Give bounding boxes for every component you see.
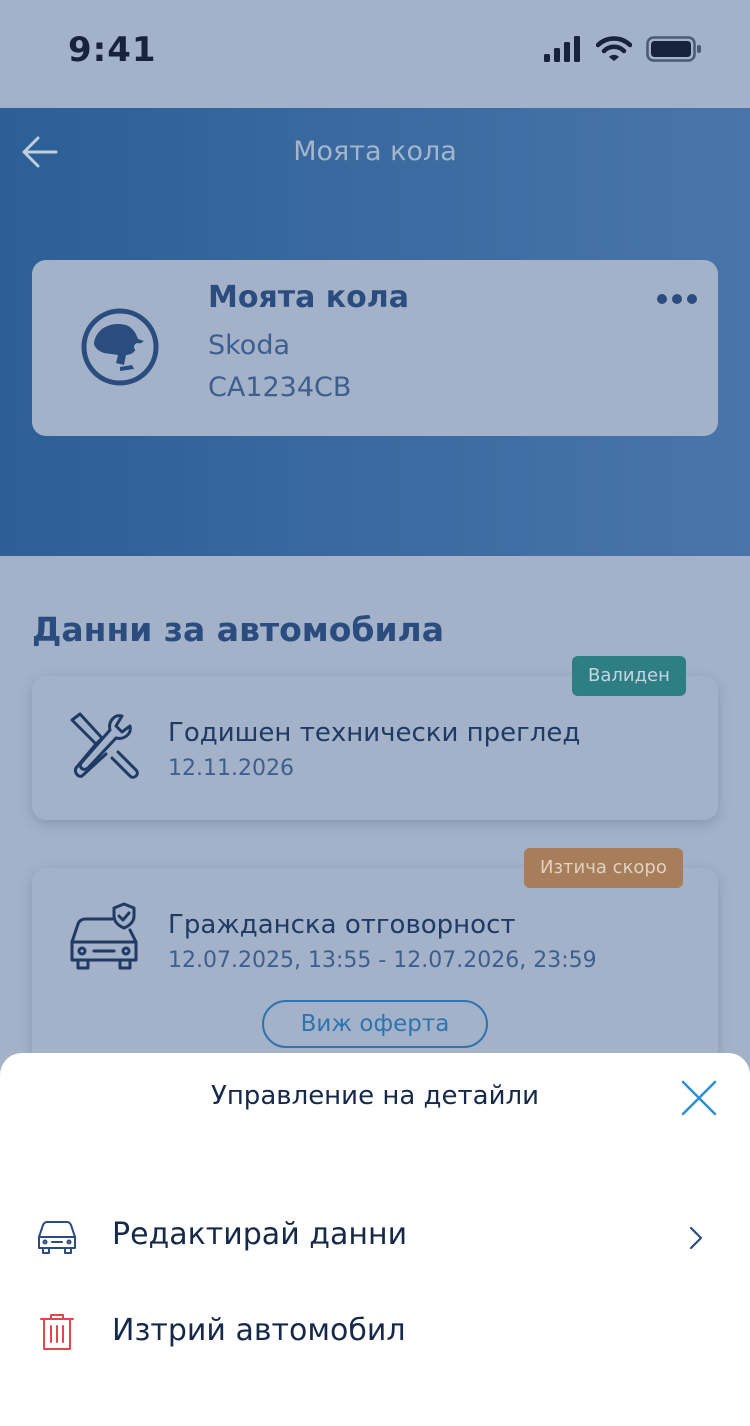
close-icon[interactable] [680,1079,718,1117]
section-title: Данни за автомобила [32,610,445,649]
car-plate: CA1234CB [208,372,352,403]
car-icon [38,1221,76,1254]
card-title: Гражданска отговорност [168,910,516,940]
wifi-icon [596,36,632,61]
edit-data-label: Редактирай данни [112,1217,408,1252]
signal-icon [544,36,580,62]
chevron-right-icon [689,1226,703,1250]
card-period: 12.07.2025, 13:55 - 12.07.2026, 23:59 [168,948,597,973]
card-title: Годишен технически преглед [168,718,581,748]
status-badge-expiring: Изтича скоро [524,848,683,888]
status-bar: 9:41 [0,0,750,108]
sheet-title: Управление на детайли [210,1081,540,1111]
car-card[interactable]: Моята кола Skoda CA1234CB [32,260,718,436]
header: Моята кола Моята кола Skoda CA1234CB [0,108,750,556]
skoda-logo-icon [81,308,159,386]
status-icons [544,36,702,62]
delete-car-label: Изтрий автомобил [112,1313,406,1348]
car-shield-icon [70,902,138,970]
car-make: Skoda [208,330,291,361]
insurance-card[interactable]: Гражданска отговорност 12.07.2025, 13:55… [32,868,718,1068]
view-offer-button[interactable]: Виж оферта [262,1000,488,1048]
more-options-icon[interactable] [656,288,698,310]
tools-icon [70,712,139,779]
delete-car-row[interactable]: Изтрий автомобил [0,1293,750,1373]
car-name: Моята кола [208,280,409,315]
page-title: Моята кола [293,136,457,167]
inspection-card[interactable]: Годишен технически преглед 12.11.2026 [32,676,718,820]
bottom-sheet: Управление на детайли Редактирай данни И… [0,1053,750,1426]
trash-icon [40,1314,74,1350]
status-time: 9:41 [68,30,157,70]
status-badge-valid: Валиден [572,656,686,696]
card-date: 12.11.2026 [168,756,294,781]
edit-data-row[interactable]: Редактирай данни [0,1197,750,1277]
battery-icon [646,36,701,62]
